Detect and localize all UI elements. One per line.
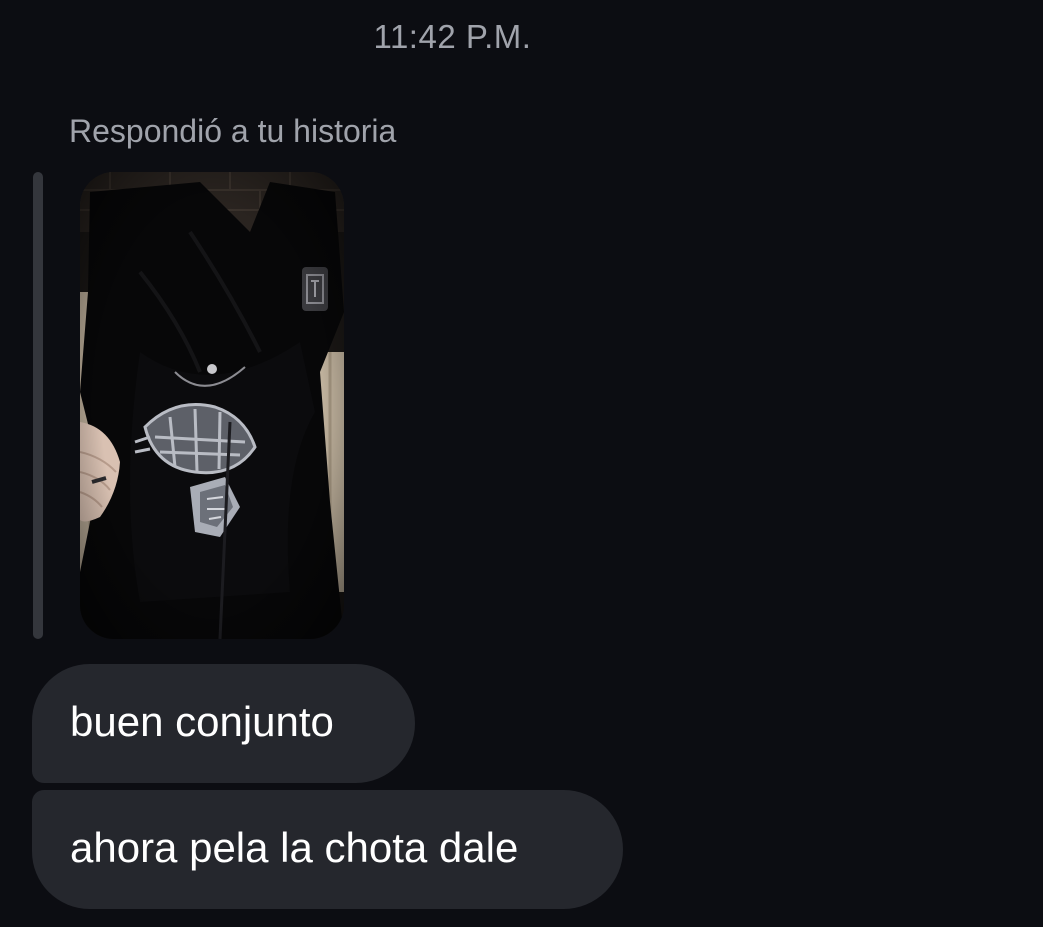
reply-indicator-bar	[33, 172, 43, 639]
message-bubble[interactable]: buen conjunto	[32, 664, 415, 783]
message-timestamp: 11:42 P.M.	[373, 18, 532, 55]
message-bubble[interactable]: ahora pela la chota dale	[32, 790, 623, 909]
story-photo-image	[80, 172, 344, 639]
story-thumbnail[interactable]	[80, 172, 344, 639]
story-reply-label: Respondió a tu historia	[69, 113, 397, 149]
